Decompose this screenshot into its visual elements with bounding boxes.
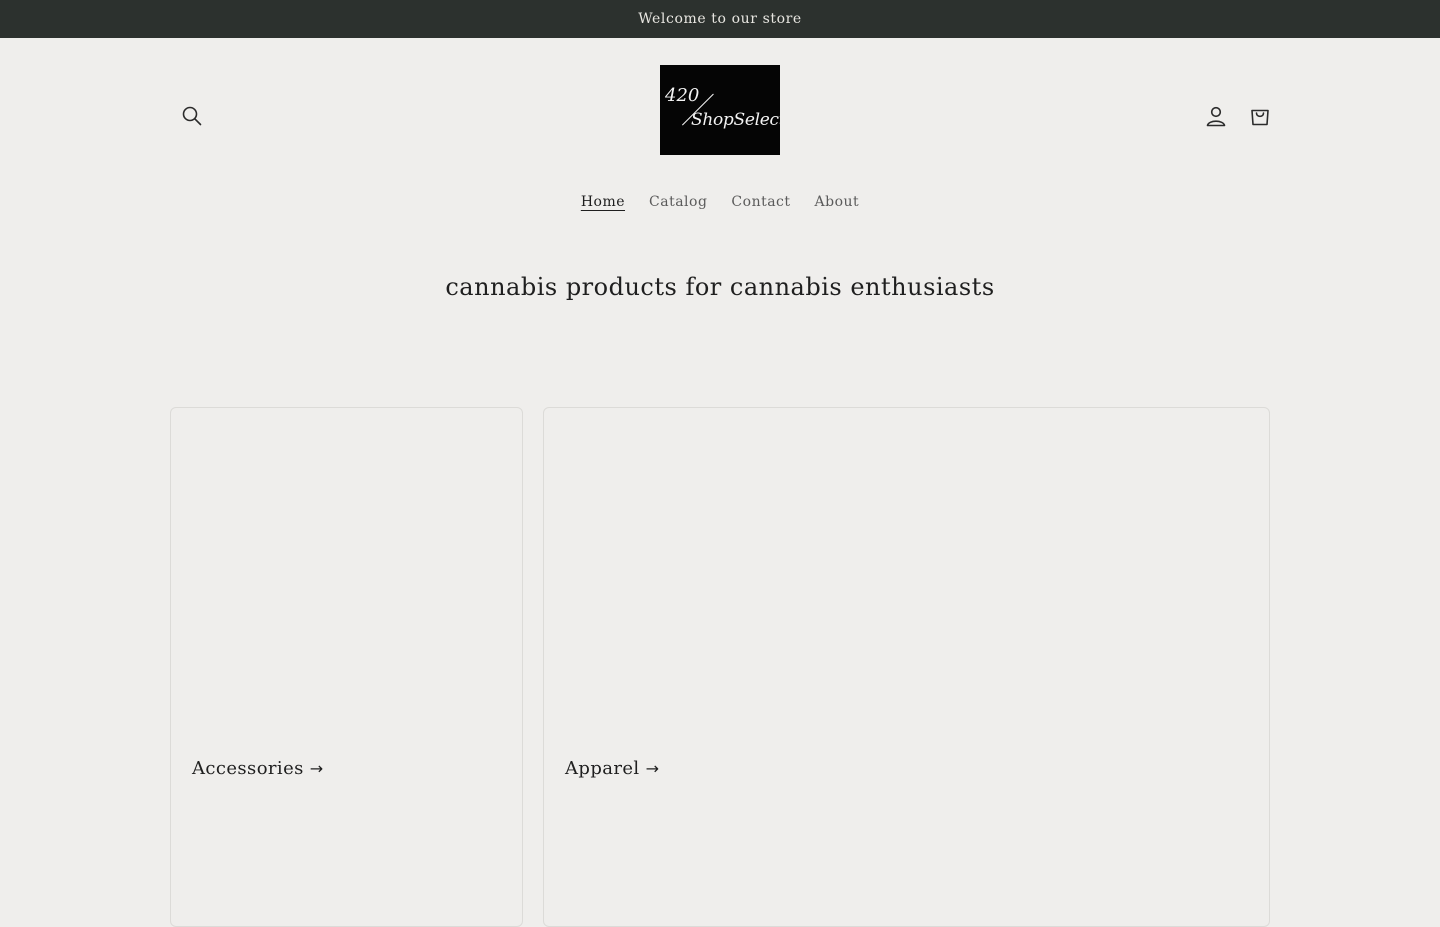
- collection-list: Accessories → Apparel →: [170, 407, 1270, 927]
- collection-link-apparel[interactable]: Apparel →: [565, 758, 659, 779]
- account-button[interactable]: [1194, 94, 1238, 138]
- cart-icon: [1251, 109, 1269, 126]
- arrow-right-icon: →: [645, 759, 660, 778]
- main-nav: Home Catalog Contact About: [0, 182, 1440, 222]
- nav-item-catalog[interactable]: Catalog: [637, 194, 719, 210]
- store-logo[interactable]: 420 ShopSelect: [660, 65, 780, 155]
- collection-link-accessories[interactable]: Accessories →: [192, 758, 324, 779]
- announcement-bar: Welcome to our store: [0, 0, 1440, 38]
- hero-title: cannabis products for cannabis enthusias…: [445, 273, 995, 301]
- search-button[interactable]: [170, 94, 214, 138]
- collection-title: Accessories: [192, 758, 304, 779]
- user-icon: [1206, 106, 1226, 127]
- cart-button[interactable]: [1238, 94, 1282, 138]
- logo-text-shopselect: ShopSelect: [691, 110, 780, 130]
- nav-item-about[interactable]: About: [803, 194, 872, 210]
- announcement-text: Welcome to our store: [638, 11, 802, 27]
- arrow-right-icon: →: [309, 759, 324, 778]
- nav-item-home[interactable]: Home: [569, 194, 637, 210]
- nav-item-contact[interactable]: Contact: [719, 194, 802, 210]
- site-header: 420 ShopSelect: [170, 38, 1270, 182]
- search-icon: [182, 106, 202, 126]
- collection-title: Apparel: [565, 758, 640, 779]
- collection-card-accessories[interactable]: Accessories →: [170, 407, 523, 927]
- logo-text-420: 420: [665, 85, 700, 106]
- collection-card-apparel[interactable]: Apparel →: [543, 407, 1270, 927]
